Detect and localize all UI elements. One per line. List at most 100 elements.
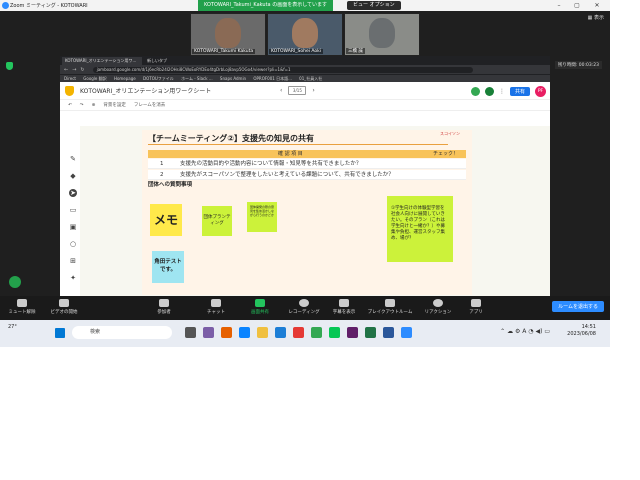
bookmark-item[interactable]: DOTOUファイル	[143, 76, 174, 81]
bookmark-item[interactable]: Homepage	[114, 76, 136, 81]
task-view-icon[interactable]	[185, 327, 196, 338]
participants-button[interactable]: 参加者	[144, 299, 184, 315]
firefox-icon[interactable]	[221, 327, 232, 338]
worksheet: 【チームミーティング②】支援先の知見の共有 スコイソン 確 認 項 目 チェック…	[142, 130, 472, 295]
participant-video	[215, 18, 241, 48]
avatar[interactable]: PF	[535, 86, 546, 97]
share-screen-button[interactable]: 画面共有	[240, 299, 280, 315]
app-icon[interactable]	[203, 327, 214, 338]
forward-icon[interactable]: →	[72, 67, 76, 73]
eraser-icon[interactable]: ◆	[69, 172, 77, 180]
set-background-button[interactable]: 背景を設定	[103, 102, 126, 108]
slack-icon[interactable]	[347, 327, 358, 338]
participant-tile[interactable]: KOTOWARI_Takumi Kakuta	[190, 13, 266, 56]
weather-widget[interactable]: 27°	[8, 324, 17, 330]
mic-icon	[17, 299, 27, 307]
participant-tile[interactable]: KOTOWARI_Sohei Aoki	[267, 13, 343, 56]
bookmark-item[interactable]: Direct	[64, 76, 76, 81]
share-button[interactable]: 共有	[509, 87, 530, 96]
captions-button[interactable]: 字幕を表示	[324, 299, 364, 315]
reactions-button[interactable]: リアクション	[418, 299, 458, 315]
browser-tab[interactable]: 新しいタブ	[144, 57, 224, 65]
jamboard-canvas[interactable]: 【チームミーティング②】支援先の知見の共有 スコイソン 確 認 項 目 チェック…	[80, 126, 550, 296]
url-input[interactable]: jamboard.google.com/d/1j6ecRb24I2OHsi8CW…	[92, 66, 473, 73]
frame-indicator[interactable]: 3/15	[288, 86, 307, 95]
windows-taskbar: 27° 検索 ⌃ ☁ ⚙ A ◔ ◀) ▭ 14:51 2023/06/08	[0, 320, 610, 347]
prev-frame-icon[interactable]: ‹	[280, 87, 282, 94]
laser-icon[interactable]: ✦	[69, 274, 77, 282]
present-icon[interactable]	[484, 87, 494, 96]
bookmark-item[interactable]: OPROF001 日本語...	[253, 76, 292, 81]
brand-logo: スコイソン	[440, 131, 460, 136]
participant-video	[369, 18, 395, 48]
time-remaining: 残り時間: 00:03:23	[554, 61, 602, 69]
jamboard-header: KOTOWARI_オリエンテーション用ワークシート ‹ 3/15 › ⋮ 共有 …	[60, 82, 550, 100]
mute-button[interactable]: ミュート解除	[2, 299, 42, 315]
excel-icon[interactable]	[365, 327, 376, 338]
apps-button[interactable]: アプリ	[456, 299, 496, 315]
reload-icon[interactable]: ↻	[80, 67, 84, 73]
explorer-icon[interactable]	[257, 327, 268, 338]
chat-icon	[211, 299, 221, 307]
bookmark-item[interactable]: 01_社員入社	[299, 76, 322, 81]
undo-icon[interactable]: ↶	[68, 103, 72, 108]
taskbar-search[interactable]: 検索	[72, 326, 172, 339]
meet-icon[interactable]	[470, 87, 480, 96]
word-icon[interactable]	[383, 327, 394, 338]
sticky-note[interactable]: 団体開発の際の意見を集め活かしながら行うのかどか	[247, 202, 277, 232]
header-check: チェック！	[432, 151, 458, 157]
sticky-note[interactable]: 団体プランティング	[202, 206, 232, 236]
more-icon[interactable]: ⋮	[499, 88, 505, 95]
pen-icon[interactable]: ✎	[69, 155, 77, 163]
line-icon[interactable]	[329, 327, 340, 338]
sticky-note[interactable]: 角田テストです。	[152, 251, 184, 283]
security-shield-icon[interactable]	[6, 62, 13, 70]
clock[interactable]: 14:51 2023/06/08	[567, 324, 596, 338]
minimize-icon[interactable]: –	[550, 0, 568, 11]
bookmark-item[interactable]: ホーム - Slack ...	[181, 76, 213, 81]
textbox-icon[interactable]: ⊞	[69, 257, 77, 265]
jamboard-actions: ⋮ 共有 PF	[470, 86, 546, 97]
people-icon	[159, 299, 169, 307]
browser-tab-bar: KOTOWARI_オリエンテーション用ワ... 新しいタブ	[60, 56, 550, 65]
app-icon[interactable]	[275, 327, 286, 338]
chat-button[interactable]: チャット	[196, 299, 236, 315]
row-number: 1	[160, 161, 164, 167]
zoom-icon[interactable]	[401, 327, 412, 338]
record-icon	[299, 299, 309, 307]
shape-icon[interactable]: ○	[69, 240, 77, 248]
breakout-button[interactable]: ブレイクアウトルーム	[364, 299, 416, 315]
edge-icon[interactable]	[239, 327, 250, 338]
video-button[interactable]: ビデオの開始	[44, 299, 84, 315]
system-tray[interactable]: ⌃ ☁ ⚙ A ◔ ◀) ▭	[500, 328, 550, 335]
jamboard-logo-icon	[65, 85, 74, 96]
back-icon[interactable]: ←	[64, 67, 68, 73]
sticky-note[interactable]: ①学生向けの体験型学習を社会人向けに展開していきたい。そのプラン（これは学生向け…	[387, 196, 453, 262]
zoom-icon[interactable]: ⊕	[92, 103, 96, 108]
sticky-note-icon[interactable]: ▭	[69, 206, 77, 214]
bookmark-item[interactable]: Snaps Admin	[220, 76, 246, 81]
sticky-note-memo[interactable]: メモ	[150, 204, 182, 236]
start-icon[interactable]	[55, 328, 65, 338]
redo-icon[interactable]: ↷	[80, 103, 84, 108]
select-icon[interactable]: ➤	[69, 189, 77, 197]
image-icon[interactable]: ▣	[69, 223, 77, 231]
browser-tab[interactable]: KOTOWARI_オリエンテーション用ワ...	[62, 57, 142, 65]
bookmark-item[interactable]: Google 翻訳	[83, 76, 106, 81]
clear-frame-button[interactable]: フレームを消去	[134, 102, 165, 108]
participant-name: KOTOWARI_Takumi Kakuta	[192, 49, 256, 54]
record-label: レコーディング	[288, 310, 320, 315]
annotate-pen-icon[interactable]	[9, 276, 21, 288]
view-options-button[interactable]: ビュー オプション	[347, 1, 401, 10]
display-button[interactable]: ▦ 表示	[588, 14, 604, 21]
chrome-icon[interactable]	[311, 327, 322, 338]
share-icon	[255, 299, 265, 307]
record-button[interactable]: レコーディング	[284, 299, 324, 315]
close-icon[interactable]: ✕	[588, 0, 606, 11]
next-frame-icon[interactable]: ›	[312, 87, 314, 94]
app-icon[interactable]	[293, 327, 304, 338]
jamboard-title[interactable]: KOTOWARI_オリエンテーション用ワークシート	[80, 86, 211, 95]
participant-tile[interactable]: 三橋 誠	[344, 13, 420, 56]
maximize-icon[interactable]: ▢	[568, 0, 586, 11]
leave-room-button[interactable]: ルームを退出する	[552, 301, 604, 312]
